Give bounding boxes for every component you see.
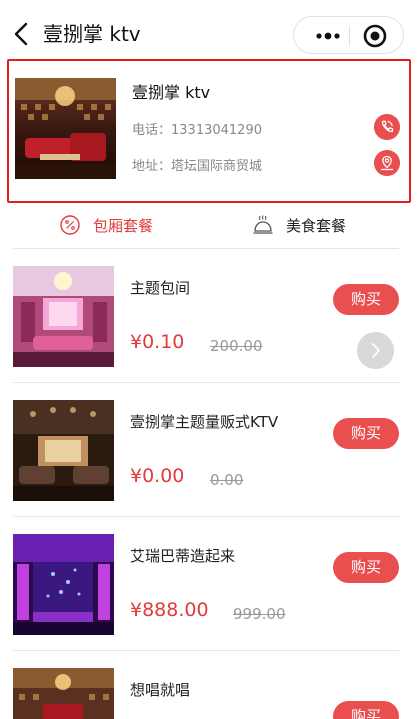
product-image <box>13 266 114 367</box>
product-original-price: 200.00 <box>210 337 263 355</box>
store-image <box>15 78 116 179</box>
food-cloche-icon <box>253 215 273 234</box>
list-item[interactable]: 主题包间 ¥0.10 200.00 购买 <box>0 249 417 383</box>
product-image <box>13 400 114 501</box>
percent-badge-icon <box>60 215 80 235</box>
product-image <box>13 668 114 719</box>
store-phone[interactable]: 电话：13313041290 <box>132 119 262 138</box>
store-info-card: 壹捌掌 ktv 电话：13313041290 地址：塔坛国际商贸城 <box>7 59 411 203</box>
buy-button[interactable]: 购买 <box>333 701 399 719</box>
package-tabs: 包厢套餐 美食套餐 <box>0 206 417 246</box>
more-dots-icon[interactable] <box>310 17 346 53</box>
target-circle-icon[interactable] <box>361 22 389 50</box>
tab-room-package-label: 包厢套餐 <box>93 217 154 235</box>
product-image <box>13 534 114 635</box>
store-name: 壹捌掌 ktv <box>132 83 211 102</box>
buy-button[interactable]: 购买 <box>333 552 399 583</box>
product-original-price: 999.00 <box>233 605 286 623</box>
page-title: 壹捌掌 ktv <box>43 22 141 46</box>
buy-button[interactable]: 购买 <box>333 418 399 449</box>
product-name: 艾瑞巴蒂造起来 <box>130 547 236 565</box>
list-item[interactable]: 想唱就唱 购买 <box>0 651 417 719</box>
product-price: ¥0.10 <box>130 331 185 353</box>
list-item[interactable]: 艾瑞巴蒂造起来 ¥888.00 999.00 购买 <box>0 517 417 651</box>
nav-bar: 壹捌掌 ktv <box>0 0 417 66</box>
product-name: 主题包间 <box>130 279 191 297</box>
product-original-price: 0.00 <box>210 471 244 489</box>
product-price: ¥888.00 <box>130 599 209 621</box>
store-address[interactable]: 地址：塔坛国际商贸城 <box>132 155 262 174</box>
list-item[interactable]: 壹捌掌主题量贩式KTV ¥0.00 0.00 购买 <box>0 383 417 517</box>
product-name: 壹捌掌主题量贩式KTV <box>130 413 279 431</box>
chevron-right-icon[interactable] <box>357 332 394 369</box>
capsule-divider <box>349 26 350 46</box>
tab-food-package-label: 美食套餐 <box>286 217 347 235</box>
mini-program-capsule <box>293 16 404 54</box>
product-price: ¥0.00 <box>130 465 185 487</box>
chevron-left-icon[interactable] <box>10 20 34 48</box>
product-name: 想唱就唱 <box>130 681 191 699</box>
location-pin-icon[interactable] <box>374 150 400 176</box>
buy-button[interactable]: 购买 <box>333 284 399 315</box>
phone-icon[interactable] <box>374 114 400 140</box>
